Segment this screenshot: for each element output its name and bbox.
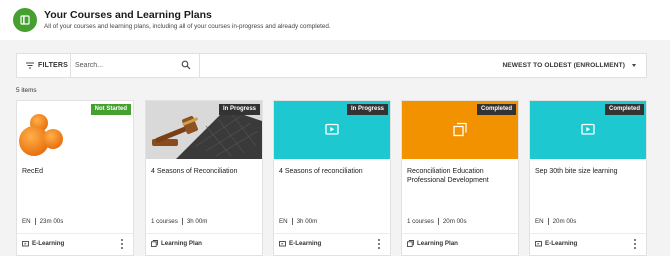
meta-duration: 20m 00s <box>552 218 577 225</box>
meta-language: EN <box>535 218 544 225</box>
meta-courses: 1 courses <box>407 218 434 225</box>
items-count: 5 items <box>16 87 37 94</box>
card-type-label: E-Learning <box>289 240 322 247</box>
card-type-label: Learning Plan <box>417 240 458 247</box>
card-type: E-Learning <box>279 240 321 247</box>
card-title: 4 Seasons of reconciliation <box>279 168 363 175</box>
card-title: 4 Seasons of Reconciliation <box>151 168 238 175</box>
elearning-icon <box>22 240 29 246</box>
meta-duration: 20m 00s <box>442 218 467 225</box>
filter-icon <box>26 62 34 69</box>
meta-duration: 3h 00m <box>186 218 208 225</box>
card-footer: Learning Plan <box>146 233 262 255</box>
elearning-icon <box>279 240 286 246</box>
course-card[interactable]: In Progress 4 Seasons of Reconciliation … <box>145 100 263 256</box>
page-title: Your Courses and Learning Plans <box>44 9 212 21</box>
more-options-icon[interactable] <box>378 239 381 249</box>
meta-divider <box>437 218 439 225</box>
meta-language: EN <box>22 218 31 225</box>
filters-button[interactable]: FILTERS <box>17 54 71 77</box>
page-subtitle: All of your courses and learning plans, … <box>44 23 331 30</box>
card-meta: 1 courses 20m 00s <box>407 218 467 225</box>
book-icon <box>13 8 37 32</box>
meta-divider <box>181 218 183 225</box>
card-meta: EN 20m 00s <box>535 218 576 225</box>
card-meta: 1 courses 3h 00m <box>151 218 207 225</box>
course-card[interactable]: Completed Reconciliation Education Profe… <box>401 100 519 256</box>
status-badge: Completed <box>476 104 516 115</box>
meta-divider <box>291 218 293 225</box>
card-type: E-Learning <box>22 240 64 247</box>
search-box <box>71 54 200 77</box>
status-badge: Not Started <box>90 104 131 115</box>
toolbar: FILTERS NEWEST TO OLDEST (ENROLLMENT) <box>16 53 647 78</box>
card-title: Sep 30th bite size learning <box>535 168 618 175</box>
meta-duration: 3h 00m <box>296 218 318 225</box>
more-options-icon[interactable] <box>121 239 124 249</box>
status-badge: In Progress <box>218 104 260 115</box>
card-type: Learning Plan <box>407 240 458 247</box>
course-card[interactable]: Not Started RecEd EN 23m 00s E-Learning <box>16 100 134 256</box>
sort-label: NEWEST TO OLDEST (ENROLLMENT) <box>502 62 625 69</box>
meta-divider <box>547 218 549 225</box>
card-type: E-Learning <box>535 240 577 247</box>
more-options-icon[interactable] <box>634 239 637 249</box>
search-input[interactable] <box>75 57 175 74</box>
card-type-label: E-Learning <box>32 240 65 247</box>
course-card[interactable]: In Progress 4 Seasons of reconciliation … <box>273 100 391 256</box>
search-icon[interactable] <box>181 60 191 70</box>
filters-label: FILTERS <box>38 62 69 69</box>
card-type-label: Learning Plan <box>161 240 202 247</box>
learning-plan-icon <box>407 240 414 247</box>
card-footer: E-Learning <box>530 233 646 255</box>
card-type-label: E-Learning <box>545 240 578 247</box>
card-footer: E-Learning <box>274 233 390 255</box>
meta-duration: 23m 00s <box>39 218 64 225</box>
card-title: Reconciliation Education Professional De… <box>407 168 489 184</box>
elearning-icon <box>535 240 542 246</box>
card-footer: E-Learning <box>17 233 133 255</box>
status-badge: Completed <box>604 104 644 115</box>
card-type: Learning Plan <box>151 240 202 247</box>
card-meta: EN 23m 00s <box>22 218 63 225</box>
caret-down-icon <box>632 64 636 67</box>
status-badge: In Progress <box>346 104 388 115</box>
card-footer: Learning Plan <box>402 233 518 255</box>
sort-dropdown[interactable]: NEWEST TO OLDEST (ENROLLMENT) <box>502 54 636 77</box>
learning-plan-icon <box>151 240 158 247</box>
course-card[interactable]: Completed Sep 30th bite size learning EN… <box>529 100 647 256</box>
card-title: RecEd <box>22 168 44 175</box>
meta-courses: 1 courses <box>151 218 178 225</box>
meta-language: EN <box>279 218 288 225</box>
meta-divider <box>34 218 36 225</box>
card-meta: EN 3h 00m <box>279 218 317 225</box>
page-header: Your Courses and Learning Plans All of y… <box>0 0 670 40</box>
